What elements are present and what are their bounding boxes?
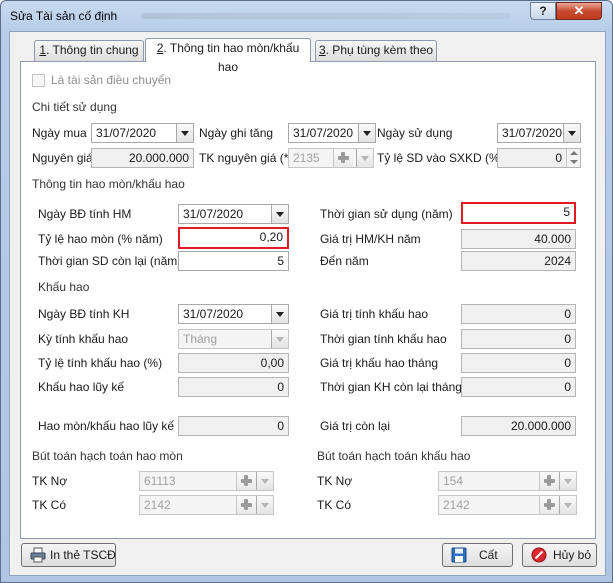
usage-section-title: Chi tiết sử dụng: [32, 100, 117, 114]
production-rate-stepper[interactable]: 0: [497, 148, 581, 168]
cost-field[interactable]: 20.000.000: [91, 148, 194, 168]
useful-life-field[interactable]: 5: [461, 202, 576, 224]
hm-debit-account-combo[interactable]: 61113: [139, 471, 274, 491]
period-select[interactable]: Tháng: [178, 329, 289, 349]
tab-depreciation-info[interactable]: 2. Thông tin hao mòn/khấu hao: [145, 38, 311, 74]
remaining-months-field[interactable]: 0: [461, 377, 576, 397]
kh-credit-label: TK Có: [317, 498, 352, 512]
transfer-checkbox[interactable]: [32, 74, 45, 87]
hm-credit-label: TK Có: [32, 498, 67, 512]
end-year-field[interactable]: 2024: [461, 251, 576, 271]
total-accumulated-field[interactable]: 0: [178, 416, 289, 436]
kh-rate-field[interactable]: 0,00: [178, 353, 289, 373]
residual-value-field[interactable]: 20.000.000: [461, 416, 576, 436]
blurred-title-info: [141, 13, 511, 19]
hm-debit-label: TK Nợ: [32, 474, 68, 488]
remaining-years-field[interactable]: 5: [178, 251, 289, 271]
kh-rate-label: Tỷ lệ tính khấu hao (%): [38, 356, 163, 370]
end-year-label: Đến năm: [320, 254, 369, 268]
period-label: Kỳ tính khấu hao: [38, 332, 129, 346]
transfer-checkbox-label: Là tài sản điều chuyển: [51, 73, 172, 87]
kh-debit-account-combo[interactable]: 154: [438, 471, 577, 491]
start-hm-date-picker[interactable]: 31/07/2020: [178, 204, 289, 224]
chevron-down-icon[interactable]: [256, 496, 273, 514]
useful-life-label: Thời gian sử dụng (năm): [320, 207, 453, 221]
depreciation-rate-field[interactable]: 0,20: [178, 227, 289, 249]
print-card-button[interactable]: In thẻ TSCĐ: [21, 543, 116, 567]
remaining-years-label: Thời gian SD còn lại (năm): [38, 254, 182, 268]
chevron-down-icon[interactable]: [358, 124, 375, 142]
dialog-client: 1. Thông tin chung 2. Thông tin hao mòn/…: [9, 31, 606, 576]
annual-value-label: Giá trị HM/KH năm: [320, 232, 421, 246]
total-accumulated-label: Hao mòn/khấu hao lũy kế: [38, 419, 175, 433]
kh-time-field[interactable]: 0: [461, 329, 576, 349]
chevron-down-icon[interactable]: [271, 305, 288, 323]
base-value-label: Giá trị tính khấu hao: [320, 307, 429, 321]
spin-arrows-icon[interactable]: [566, 149, 580, 167]
use-date-label: Ngày sử dụng: [377, 126, 453, 140]
remaining-months-label: Thời gian KH còn lại tháng: [320, 380, 462, 394]
base-value-field[interactable]: 0: [461, 304, 576, 324]
depreciation-section-title: Thông tin hao mòn/khấu hao: [32, 177, 185, 191]
save-button[interactable]: Cất: [442, 543, 513, 567]
add-icon[interactable]: [333, 149, 353, 167]
title-bar[interactable]: Sửa Tài sản cố định ? ✕: [1, 1, 612, 31]
add-icon[interactable]: [539, 472, 559, 490]
production-rate-label: Tỷ lệ SD vào SXKD (%): [377, 151, 504, 165]
chevron-down-icon[interactable]: [271, 205, 288, 223]
record-date-label: Ngày ghi tăng: [199, 126, 274, 140]
start-kh-date-picker[interactable]: 31/07/2020: [178, 304, 289, 324]
annual-value-field[interactable]: 40.000: [461, 229, 576, 249]
chevron-down-icon[interactable]: [256, 472, 273, 490]
hm-credit-account-combo[interactable]: 2142: [139, 495, 274, 515]
chevron-down-icon[interactable]: [563, 124, 580, 142]
start-kh-label: Ngày BĐ tính KH: [38, 307, 130, 321]
tab-general-info[interactable]: 1. Thông tin chung: [34, 40, 144, 61]
cost-account-combo[interactable]: 2135: [288, 148, 374, 168]
purchase-date-picker[interactable]: 31/07/2020: [91, 123, 194, 143]
tab-spare-parts[interactable]: 3. Phụ tùng kèm theo: [315, 40, 437, 61]
dialog-window: Sửa Tài sản cố định ? ✕ 1. Thông tin chu…: [0, 0, 613, 583]
kh-credit-account-combo[interactable]: 2142: [438, 495, 577, 515]
floppy-disk-icon: [451, 547, 467, 563]
printer-icon: [30, 547, 46, 563]
hm-entries-title: Bút toán hạch toán hao mòn: [32, 449, 183, 463]
chevron-down-icon[interactable]: [271, 330, 288, 348]
chevron-down-icon[interactable]: [356, 149, 373, 167]
cancel-icon: [531, 547, 547, 563]
record-date-picker[interactable]: 31/07/2020: [288, 123, 376, 143]
chevron-down-icon[interactable]: [559, 496, 576, 514]
accumulated-field[interactable]: 0: [178, 377, 289, 397]
residual-value-label: Giá trị còn lại: [320, 419, 391, 433]
monthly-value-label: Giá trị khấu hao tháng: [320, 356, 439, 370]
cost-label: Nguyên giá: [32, 151, 93, 165]
chevron-down-icon[interactable]: [176, 124, 193, 142]
add-icon[interactable]: [236, 472, 256, 490]
cost-account-label: TK nguyên giá (*): [199, 151, 293, 165]
depreciation-rate-label: Tỷ lệ hao mòn (% năm): [38, 232, 163, 246]
chevron-down-icon[interactable]: [559, 472, 576, 490]
kh-debit-label: TK Nợ: [317, 474, 353, 488]
kh-time-label: Thời gian tính khấu hao: [320, 332, 447, 346]
start-hm-label: Ngày BĐ tính HM: [38, 207, 132, 221]
kh-entries-title: Bút toán hạch toán khấu hao: [317, 449, 471, 463]
close-button[interactable]: ✕: [556, 2, 602, 20]
add-icon[interactable]: [539, 496, 559, 514]
help-button[interactable]: ?: [530, 2, 556, 20]
purchase-date-label: Ngày mua: [32, 126, 87, 140]
window-title: Sửa Tài sản cố định: [10, 9, 118, 23]
use-date-picker[interactable]: 31/07/2020: [497, 123, 581, 143]
tab-panel: Là tài sản điều chuyển Chi tiết sử dụng …: [20, 61, 596, 539]
cancel-button[interactable]: Hủy bỏ: [522, 543, 597, 567]
monthly-value-field[interactable]: 0: [461, 353, 576, 373]
amortization-section-title: Khấu hao: [38, 280, 90, 294]
accumulated-label: Khấu hao lũy kế: [38, 380, 125, 394]
add-icon[interactable]: [236, 496, 256, 514]
